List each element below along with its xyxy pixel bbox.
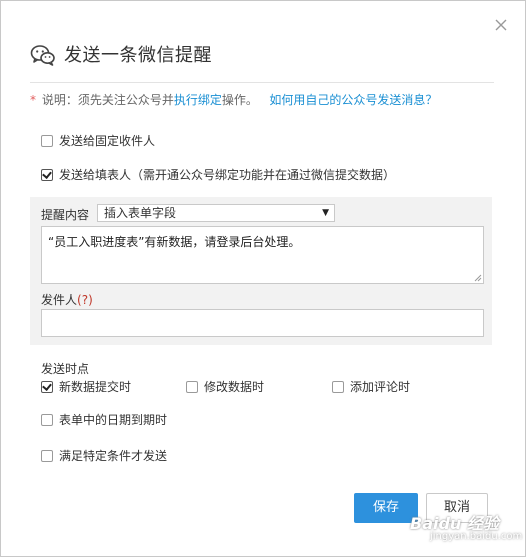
- own-account-help-link[interactable]: 如何用自己的公众号发送消息？: [269, 93, 437, 107]
- dialog-title: 发送一条微信提醒: [64, 45, 212, 66]
- dropdown-arrow-icon: ▼: [322, 208, 329, 218]
- filler-recipient-label: 发送给填表人（需开通公众号绑定功能并在通过微信提交数据）: [59, 168, 396, 182]
- note-prefix: 说明：须先关注公众号并: [41, 93, 174, 107]
- save-button[interactable]: 保存: [354, 493, 418, 523]
- checkbox-box: [41, 413, 53, 426]
- close-icon[interactable]: [492, 16, 510, 34]
- timing-label: 发送时点: [41, 362, 90, 376]
- insert-field-select-value: 插入表单字段: [104, 206, 177, 220]
- sender-help[interactable]: (?): [77, 293, 93, 307]
- checkbox-box: [332, 380, 344, 393]
- sender-input[interactable]: [41, 309, 484, 337]
- condition-checkbox[interactable]: 满足特定条件才发送: [41, 447, 167, 464]
- message-textarea[interactable]: “员工入职进度表”有新数据，请登录后台处理。: [41, 226, 484, 284]
- content-label: 提醒内容: [41, 208, 90, 222]
- checkbox-box-checked: [41, 168, 53, 181]
- add-comment-label: 添加评论时: [350, 380, 411, 394]
- required-star: *: [30, 93, 36, 107]
- sender-label: 发件人: [41, 293, 78, 307]
- wechat-icon: [30, 43, 56, 67]
- date-due-label: 表单中的日期到期时: [59, 413, 168, 427]
- date-due-checkbox[interactable]: 表单中的日期到期时: [41, 411, 167, 428]
- sender-label-wrap: 发件人(?): [41, 291, 93, 308]
- add-comment-checkbox[interactable]: 添加评论时: [332, 378, 410, 395]
- message-text: “员工入职进度表”有新数据，请登录后台处理。: [48, 235, 301, 249]
- instruction-note: * 说明：须先关注公众号并执行绑定操作。 如何用自己的公众号发送消息？: [30, 92, 437, 108]
- title-divider: [30, 82, 494, 83]
- modify-data-label: 修改数据时: [204, 380, 265, 394]
- baidu-watermark-url: jingyan.baidu.com: [430, 531, 523, 542]
- checkbox-box-checked: [41, 380, 53, 393]
- fixed-recipient-checkbox[interactable]: 发送给固定收件人: [41, 132, 155, 149]
- filler-recipient-checkbox[interactable]: 发送给填表人（需开通公众号绑定功能并在通过微信提交数据）: [41, 166, 395, 183]
- condition-label: 满足特定条件才发送: [59, 449, 168, 463]
- bind-link[interactable]: 执行绑定: [174, 93, 222, 107]
- fixed-recipient-label: 发送给固定收件人: [59, 134, 156, 148]
- insert-field-select[interactable]: 插入表单字段 ▼: [97, 204, 335, 222]
- note-suffix: 操作。: [221, 93, 258, 107]
- checkbox-box: [186, 380, 198, 393]
- new-data-checkbox[interactable]: 新数据提交时: [41, 378, 131, 395]
- checkbox-box: [41, 134, 53, 147]
- new-data-label: 新数据提交时: [59, 380, 132, 394]
- resize-grip-icon[interactable]: [474, 274, 482, 282]
- checkbox-box: [41, 449, 53, 462]
- modify-data-checkbox[interactable]: 修改数据时: [186, 378, 264, 395]
